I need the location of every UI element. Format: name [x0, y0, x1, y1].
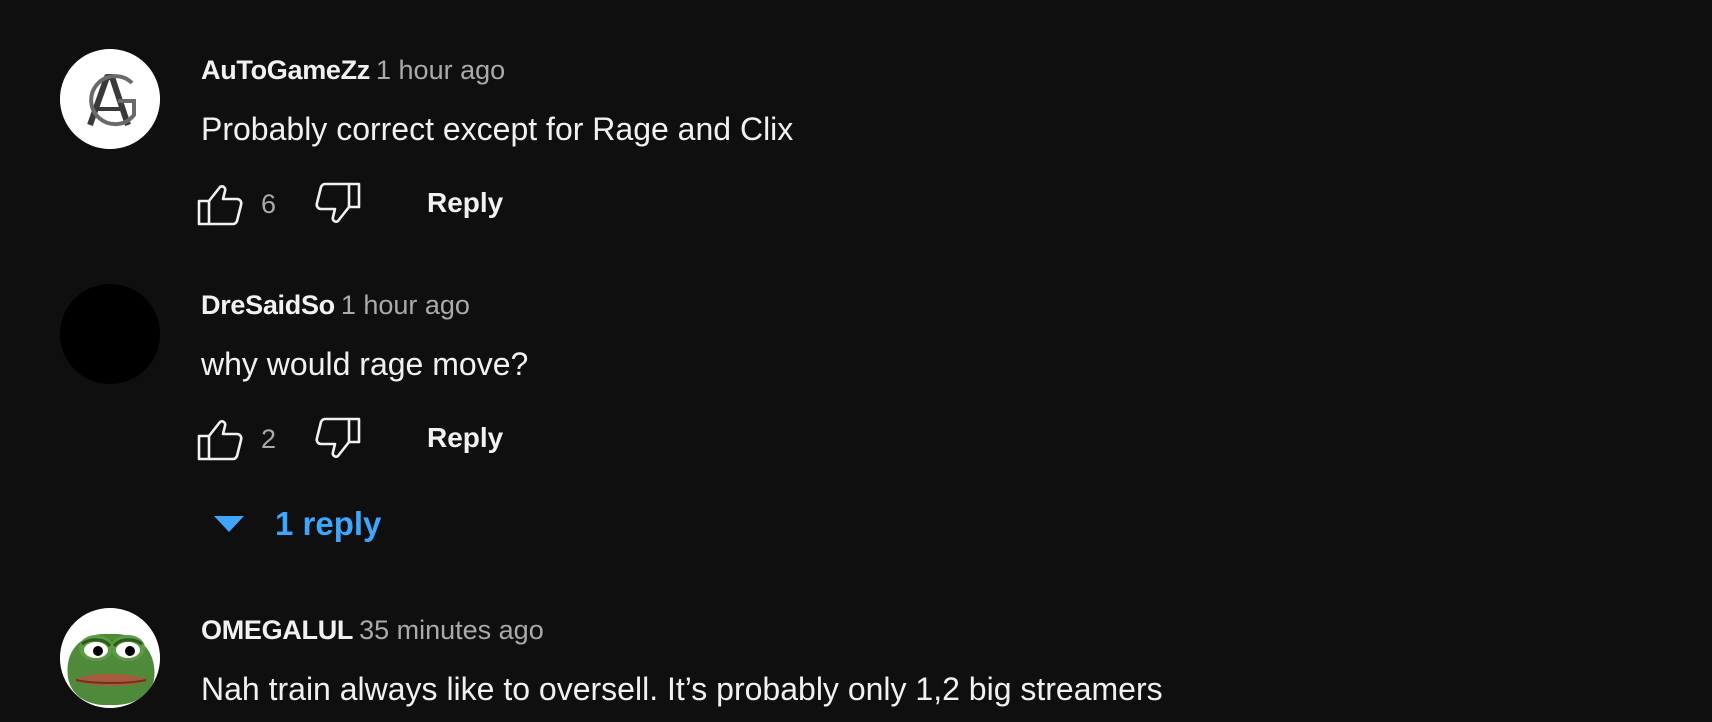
comment-timestamp[interactable]: 1 hour ago [376, 55, 505, 85]
thumbs-down-icon [315, 417, 361, 458]
comment-author[interactable]: DreSaidSo [201, 290, 335, 320]
replies-count-label: 1 reply [275, 505, 382, 542]
reply-button[interactable]: Reply [427, 424, 503, 452]
comment-timestamp[interactable]: 1 hour ago [341, 290, 470, 320]
view-replies-button[interactable]: 1 reply [212, 500, 412, 548]
thumbs-down-icon [315, 182, 361, 223]
like-button[interactable] [196, 415, 244, 463]
avatar[interactable] [60, 608, 160, 708]
ag-logo-icon [60, 49, 160, 149]
comment-header: AuToGameZz 1 hour ago [201, 57, 505, 84]
dislike-button[interactable] [314, 415, 362, 463]
comment-actions: 6 Reply [196, 180, 616, 228]
comment-text: why would rage move? [201, 346, 529, 382]
thumbs-up-icon [197, 185, 243, 226]
like-count: 6 [261, 189, 277, 219]
comment-actions: 2 Reply [196, 415, 616, 463]
pepe-frog-icon [60, 608, 160, 708]
dislike-button[interactable] [314, 180, 362, 228]
avatar[interactable] [60, 49, 160, 149]
like-count: 2 [261, 424, 277, 454]
black-circle-icon [60, 284, 160, 384]
like-button[interactable] [196, 180, 244, 228]
comment-text: Nah train always like to oversell. It’s … [201, 671, 1163, 707]
reply-button[interactable]: Reply [427, 189, 503, 217]
comment-header: DreSaidSo 1 hour ago [201, 292, 470, 319]
avatar[interactable] [60, 284, 160, 384]
comment-text: Probably correct except for Rage and Cli… [201, 111, 794, 147]
comment-author[interactable]: OMEGALUL [201, 615, 353, 645]
thumbs-up-icon [197, 420, 243, 461]
comment-timestamp[interactable]: 35 minutes ago [359, 615, 544, 645]
comment-author[interactable]: AuToGameZz [201, 55, 370, 85]
caret-down-icon [214, 516, 244, 532]
comment-header: OMEGALUL 35 minutes ago [201, 617, 544, 644]
